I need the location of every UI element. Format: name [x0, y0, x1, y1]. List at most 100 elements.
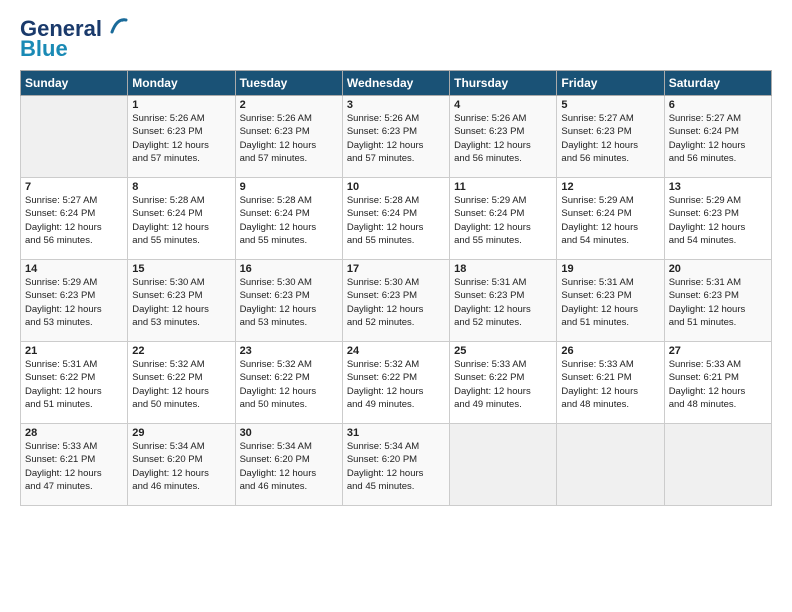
day-number: 20	[669, 263, 767, 275]
calendar-cell: 6Sunrise: 5:27 AM Sunset: 6:24 PM Daylig…	[664, 96, 771, 178]
day-info: Sunrise: 5:32 AM Sunset: 6:22 PM Dayligh…	[347, 358, 445, 411]
day-info: Sunrise: 5:29 AM Sunset: 6:23 PM Dayligh…	[25, 276, 123, 329]
day-info: Sunrise: 5:34 AM Sunset: 6:20 PM Dayligh…	[240, 440, 338, 493]
day-number: 13	[669, 181, 767, 193]
calendar-cell: 2Sunrise: 5:26 AM Sunset: 6:23 PM Daylig…	[235, 96, 342, 178]
day-info: Sunrise: 5:33 AM Sunset: 6:21 PM Dayligh…	[25, 440, 123, 493]
day-number: 9	[240, 181, 338, 193]
calendar-cell: 28Sunrise: 5:33 AM Sunset: 6:21 PM Dayli…	[21, 424, 128, 506]
col-header-wednesday: Wednesday	[342, 71, 449, 96]
day-info: Sunrise: 5:31 AM Sunset: 6:22 PM Dayligh…	[25, 358, 123, 411]
calendar-cell: 23Sunrise: 5:32 AM Sunset: 6:22 PM Dayli…	[235, 342, 342, 424]
day-info: Sunrise: 5:31 AM Sunset: 6:23 PM Dayligh…	[669, 276, 767, 329]
week-row-4: 21Sunrise: 5:31 AM Sunset: 6:22 PM Dayli…	[21, 342, 772, 424]
calendar-table: SundayMondayTuesdayWednesdayThursdayFrid…	[20, 70, 772, 506]
day-number: 6	[669, 99, 767, 111]
day-number: 23	[240, 345, 338, 357]
calendar-cell: 1Sunrise: 5:26 AM Sunset: 6:23 PM Daylig…	[128, 96, 235, 178]
calendar-cell: 19Sunrise: 5:31 AM Sunset: 6:23 PM Dayli…	[557, 260, 664, 342]
day-info: Sunrise: 5:33 AM Sunset: 6:21 PM Dayligh…	[669, 358, 767, 411]
day-info: Sunrise: 5:34 AM Sunset: 6:20 PM Dayligh…	[347, 440, 445, 493]
col-header-saturday: Saturday	[664, 71, 771, 96]
day-info: Sunrise: 5:33 AM Sunset: 6:21 PM Dayligh…	[561, 358, 659, 411]
day-info: Sunrise: 5:27 AM Sunset: 6:23 PM Dayligh…	[561, 112, 659, 165]
logo: General Blue	[20, 16, 130, 62]
calendar-cell: 31Sunrise: 5:34 AM Sunset: 6:20 PM Dayli…	[342, 424, 449, 506]
calendar-cell: 11Sunrise: 5:29 AM Sunset: 6:24 PM Dayli…	[450, 178, 557, 260]
calendar-cell: 24Sunrise: 5:32 AM Sunset: 6:22 PM Dayli…	[342, 342, 449, 424]
day-info: Sunrise: 5:26 AM Sunset: 6:23 PM Dayligh…	[454, 112, 552, 165]
day-info: Sunrise: 5:32 AM Sunset: 6:22 PM Dayligh…	[240, 358, 338, 411]
day-number: 26	[561, 345, 659, 357]
day-number: 27	[669, 345, 767, 357]
day-number: 11	[454, 181, 552, 193]
col-header-friday: Friday	[557, 71, 664, 96]
col-header-monday: Monday	[128, 71, 235, 96]
day-number: 31	[347, 427, 445, 439]
day-number: 25	[454, 345, 552, 357]
week-row-1: 1 Sunrise: 5:26 AM Sunset: 6:23 PM Daylig…	[21, 96, 772, 178]
day-number: 17	[347, 263, 445, 275]
calendar-cell: 17Sunrise: 5:30 AM Sunset: 6:23 PM Dayli…	[342, 260, 449, 342]
day-number: 3	[347, 99, 445, 111]
calendar-cell: 22Sunrise: 5:32 AM Sunset: 6:22 PM Dayli…	[128, 342, 235, 424]
day-number: 30	[240, 427, 338, 439]
day-info: Sunrise: 5:29 AM Sunset: 6:24 PM Dayligh…	[561, 194, 659, 247]
week-row-5: 28Sunrise: 5:33 AM Sunset: 6:21 PM Dayli…	[21, 424, 772, 506]
calendar-cell	[21, 96, 128, 178]
col-header-tuesday: Tuesday	[235, 71, 342, 96]
day-number: 16	[240, 263, 338, 275]
calendar-cell: 26Sunrise: 5:33 AM Sunset: 6:21 PM Dayli…	[557, 342, 664, 424]
day-info: Sunrise: 5:27 AM Sunset: 6:24 PM Dayligh…	[25, 194, 123, 247]
calendar-cell: 27Sunrise: 5:33 AM Sunset: 6:21 PM Dayli…	[664, 342, 771, 424]
day-info: Sunrise: 5:32 AM Sunset: 6:22 PM Dayligh…	[132, 358, 230, 411]
day-number: 12	[561, 181, 659, 193]
calendar-cell: 13Sunrise: 5:29 AM Sunset: 6:23 PM Dayli…	[664, 178, 771, 260]
day-number: 28	[25, 427, 123, 439]
day-info: Sunrise: 5:28 AM Sunset: 6:24 PM Dayligh…	[132, 194, 230, 247]
calendar-cell	[557, 424, 664, 506]
day-number: 21	[25, 345, 123, 357]
day-info: Sunrise: 5:30 AM Sunset: 6:23 PM Dayligh…	[132, 276, 230, 329]
day-number: 22	[132, 345, 230, 357]
calendar-cell: 29Sunrise: 5:34 AM Sunset: 6:20 PM Dayli…	[128, 424, 235, 506]
header: General Blue	[20, 16, 772, 62]
calendar-cell: 7Sunrise: 5:27 AM Sunset: 6:24 PM Daylig…	[21, 178, 128, 260]
day-number: 19	[561, 263, 659, 275]
day-number: 29	[132, 427, 230, 439]
day-number: 2	[240, 99, 338, 111]
day-info: Sunrise: 5:28 AM Sunset: 6:24 PM Dayligh…	[240, 194, 338, 247]
calendar-cell: 10Sunrise: 5:28 AM Sunset: 6:24 PM Dayli…	[342, 178, 449, 260]
day-number: 4	[454, 99, 552, 111]
calendar-cell: 8Sunrise: 5:28 AM Sunset: 6:24 PM Daylig…	[128, 178, 235, 260]
logo-icon	[104, 14, 130, 40]
calendar-cell: 3Sunrise: 5:26 AM Sunset: 6:23 PM Daylig…	[342, 96, 449, 178]
calendar-cell: 4Sunrise: 5:26 AM Sunset: 6:23 PM Daylig…	[450, 96, 557, 178]
calendar-cell: 16Sunrise: 5:30 AM Sunset: 6:23 PM Dayli…	[235, 260, 342, 342]
logo-line2: Blue	[20, 36, 68, 62]
day-info: Sunrise: 5:29 AM Sunset: 6:24 PM Dayligh…	[454, 194, 552, 247]
calendar-cell: 30Sunrise: 5:34 AM Sunset: 6:20 PM Dayli…	[235, 424, 342, 506]
day-number: 8	[132, 181, 230, 193]
week-row-2: 7Sunrise: 5:27 AM Sunset: 6:24 PM Daylig…	[21, 178, 772, 260]
day-info: Sunrise: 5:34 AM Sunset: 6:20 PM Dayligh…	[132, 440, 230, 493]
day-info: Sunrise: 5:33 AM Sunset: 6:22 PM Dayligh…	[454, 358, 552, 411]
day-info: Sunrise: 5:31 AM Sunset: 6:23 PM Dayligh…	[454, 276, 552, 329]
calendar-cell: 14Sunrise: 5:29 AM Sunset: 6:23 PM Dayli…	[21, 260, 128, 342]
calendar-cell	[664, 424, 771, 506]
day-info: Sunrise: 5:26 AM Sunset: 6:23 PM Dayligh…	[347, 112, 445, 165]
page: General Blue SundayMondayTuesdayWednesda…	[0, 0, 792, 516]
calendar-cell: 21Sunrise: 5:31 AM Sunset: 6:22 PM Dayli…	[21, 342, 128, 424]
day-number: 5	[561, 99, 659, 111]
calendar-cell: 20Sunrise: 5:31 AM Sunset: 6:23 PM Dayli…	[664, 260, 771, 342]
calendar-cell: 9Sunrise: 5:28 AM Sunset: 6:24 PM Daylig…	[235, 178, 342, 260]
day-number: 1	[132, 99, 230, 111]
day-number: 14	[25, 263, 123, 275]
calendar-cell: 5Sunrise: 5:27 AM Sunset: 6:23 PM Daylig…	[557, 96, 664, 178]
day-info: Sunrise: 5:29 AM Sunset: 6:23 PM Dayligh…	[669, 194, 767, 247]
calendar-cell: 15Sunrise: 5:30 AM Sunset: 6:23 PM Dayli…	[128, 260, 235, 342]
calendar-cell	[450, 424, 557, 506]
day-info: Sunrise: 5:30 AM Sunset: 6:23 PM Dayligh…	[240, 276, 338, 329]
calendar-cell: 12Sunrise: 5:29 AM Sunset: 6:24 PM Dayli…	[557, 178, 664, 260]
calendar-cell: 18Sunrise: 5:31 AM Sunset: 6:23 PM Dayli…	[450, 260, 557, 342]
